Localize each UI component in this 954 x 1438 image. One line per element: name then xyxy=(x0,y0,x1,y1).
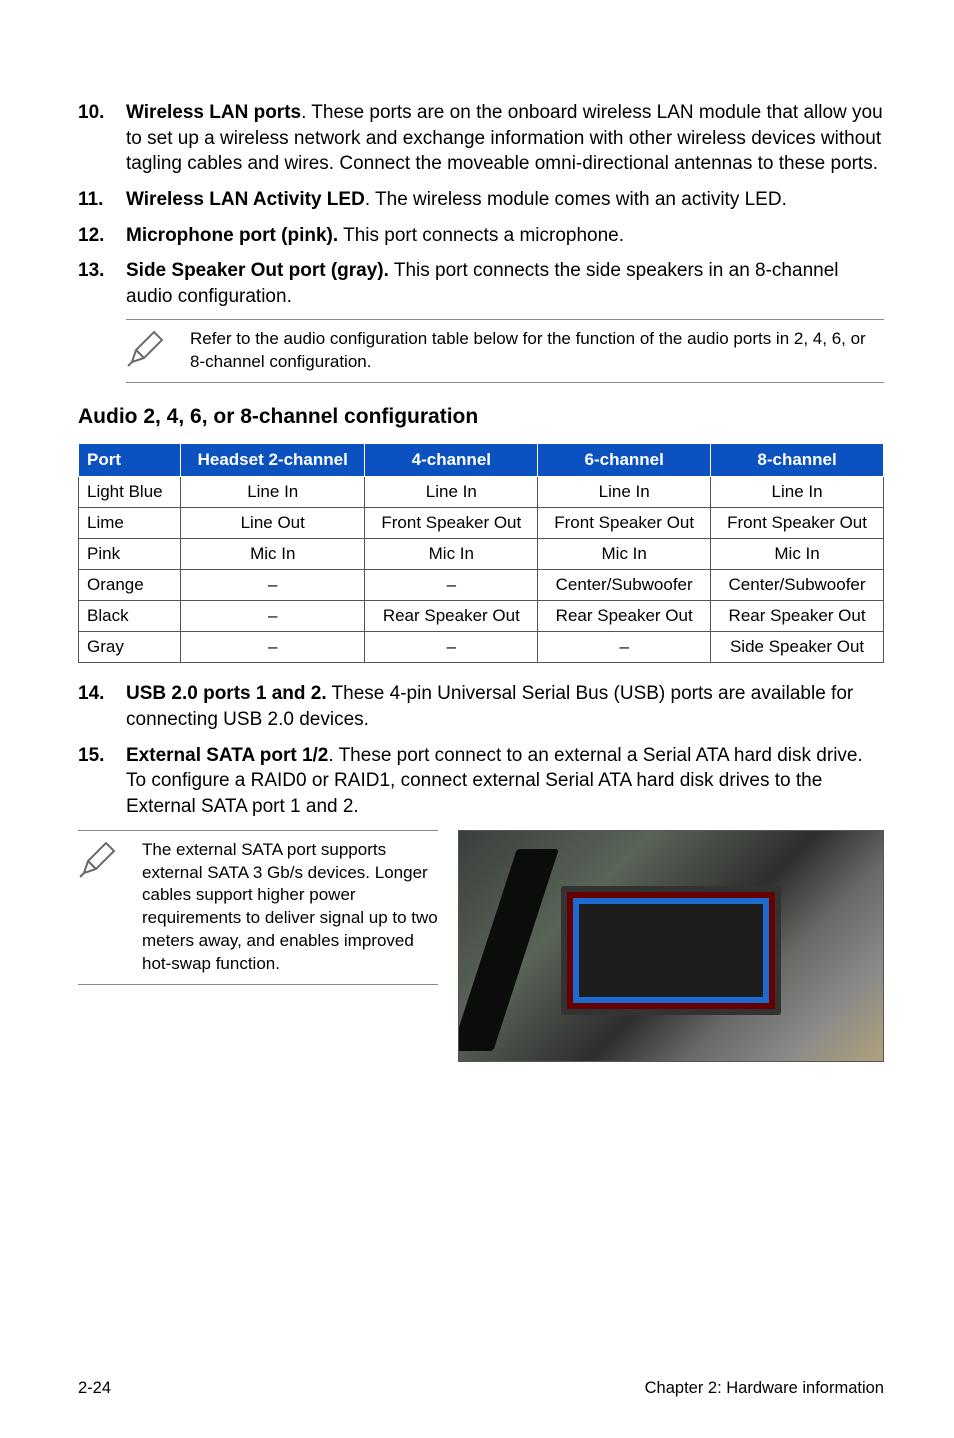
th-2ch: Headset 2-channel xyxy=(181,444,365,477)
list-bold: Microphone port (pink). xyxy=(126,225,338,246)
cell: Rear Speaker Out xyxy=(538,601,711,632)
table-row: Black – Rear Speaker Out Rear Speaker Ou… xyxy=(79,601,884,632)
table-row: Gray – – – Side Speaker Out xyxy=(79,632,884,663)
cell: Rear Speaker Out xyxy=(365,601,538,632)
cell: Light Blue xyxy=(79,477,181,508)
th-6ch: 6-channel xyxy=(538,444,711,477)
footer-page-number: 2-24 xyxy=(78,1379,111,1398)
cell: – xyxy=(365,632,538,663)
cell: Mic In xyxy=(711,539,884,570)
cell: Side Speaker Out xyxy=(711,632,884,663)
list-bold: Side Speaker Out port (gray). xyxy=(126,260,389,281)
th-8ch: 8-channel xyxy=(711,444,884,477)
list-body: USB 2.0 ports 1 and 2. These 4-pin Unive… xyxy=(126,681,884,732)
cell: Gray xyxy=(79,632,181,663)
list-num: 10. xyxy=(78,100,126,177)
table-row: Lime Line Out Front Speaker Out Front Sp… xyxy=(79,508,884,539)
numbered-list-bottom: 14. USB 2.0 ports 1 and 2. These 4-pin U… xyxy=(78,681,884,819)
note-text-2: The external SATA port supports external… xyxy=(142,839,438,977)
list-rest: . The wireless module comes with an acti… xyxy=(365,189,787,210)
table-header-row: Port Headset 2-channel 4-channel 6-chann… xyxy=(79,444,884,477)
cell: – xyxy=(181,632,365,663)
cell: Line In xyxy=(711,477,884,508)
list-body: Microphone port (pink). This port connec… xyxy=(126,223,884,249)
cell: Line Out xyxy=(181,508,365,539)
section-heading: Audio 2, 4, 6, or 8-channel configuratio… xyxy=(78,405,884,429)
list-bold: USB 2.0 ports 1 and 2. xyxy=(126,683,327,704)
note-text-1: Refer to the audio configuration table b… xyxy=(190,328,884,374)
table-body: Light Blue Line In Line In Line In Line … xyxy=(79,477,884,663)
table-row: Pink Mic In Mic In Mic In Mic In xyxy=(79,539,884,570)
list-item: 13. Side Speaker Out port (gray). This p… xyxy=(78,258,884,309)
motherboard-io-photo xyxy=(458,830,884,1062)
th-4ch: 4-channel xyxy=(365,444,538,477)
list-item: 10. Wireless LAN ports. These ports are … xyxy=(78,100,884,177)
list-num: 11. xyxy=(78,187,126,213)
note-block-1: Refer to the audio configuration table b… xyxy=(126,319,884,383)
list-rest: This port connects a microphone. xyxy=(338,225,624,246)
cell: Orange xyxy=(79,570,181,601)
cell: Lime xyxy=(79,508,181,539)
list-item: 12. Microphone port (pink). This port co… xyxy=(78,223,884,249)
list-bold: Wireless LAN Activity LED xyxy=(126,189,365,210)
lower-note-column: The external SATA port supports external… xyxy=(78,830,438,986)
list-body: Wireless LAN ports. These ports are on t… xyxy=(126,100,884,177)
cell: Mic In xyxy=(365,539,538,570)
cell: Mic In xyxy=(538,539,711,570)
lower-note-and-photo: The external SATA port supports external… xyxy=(78,830,884,1062)
cell: Line In xyxy=(365,477,538,508)
cell: Front Speaker Out xyxy=(365,508,538,539)
th-port: Port xyxy=(79,444,181,477)
page-content: 10. Wireless LAN ports. These ports are … xyxy=(78,100,884,1359)
cell: Front Speaker Out xyxy=(711,508,884,539)
table-row: Orange – – Center/Subwoofer Center/Subwo… xyxy=(79,570,884,601)
list-body: External SATA port 1/2. These port conne… xyxy=(126,743,884,820)
list-num: 15. xyxy=(78,743,126,820)
cell: Line In xyxy=(181,477,365,508)
cell: Front Speaker Out xyxy=(538,508,711,539)
cell: Line In xyxy=(538,477,711,508)
cell: Mic In xyxy=(181,539,365,570)
footer-chapter-title: Chapter 2: Hardware information xyxy=(645,1379,884,1398)
cell: Rear Speaker Out xyxy=(711,601,884,632)
list-item: 11. Wireless LAN Activity LED. The wirel… xyxy=(78,187,884,213)
list-num: 12. xyxy=(78,223,126,249)
pencil-icon xyxy=(126,328,190,368)
audio-config-table: Port Headset 2-channel 4-channel 6-chann… xyxy=(78,443,884,663)
cell: – xyxy=(365,570,538,601)
page-footer: 2-24 Chapter 2: Hardware information xyxy=(78,1359,884,1398)
pencil-icon xyxy=(78,839,142,879)
cell: Center/Subwoofer xyxy=(538,570,711,601)
cell: – xyxy=(181,601,365,632)
cell: – xyxy=(181,570,365,601)
list-bold: External SATA port 1/2 xyxy=(126,745,328,766)
list-body: Side Speaker Out port (gray). This port … xyxy=(126,258,884,309)
note-block-2: The external SATA port supports external… xyxy=(78,830,438,986)
cell: Center/Subwoofer xyxy=(711,570,884,601)
list-num: 13. xyxy=(78,258,126,309)
cell: Pink xyxy=(79,539,181,570)
list-item: 15. External SATA port 1/2. These port c… xyxy=(78,743,884,820)
list-bold: Wireless LAN ports xyxy=(126,102,301,123)
numbered-list-top: 10. Wireless LAN ports. These ports are … xyxy=(78,100,884,309)
table-row: Light Blue Line In Line In Line In Line … xyxy=(79,477,884,508)
list-num: 14. xyxy=(78,681,126,732)
cell: – xyxy=(538,632,711,663)
list-body: Wireless LAN Activity LED. The wireless … xyxy=(126,187,884,213)
cell: Black xyxy=(79,601,181,632)
list-item: 14. USB 2.0 ports 1 and 2. These 4-pin U… xyxy=(78,681,884,732)
